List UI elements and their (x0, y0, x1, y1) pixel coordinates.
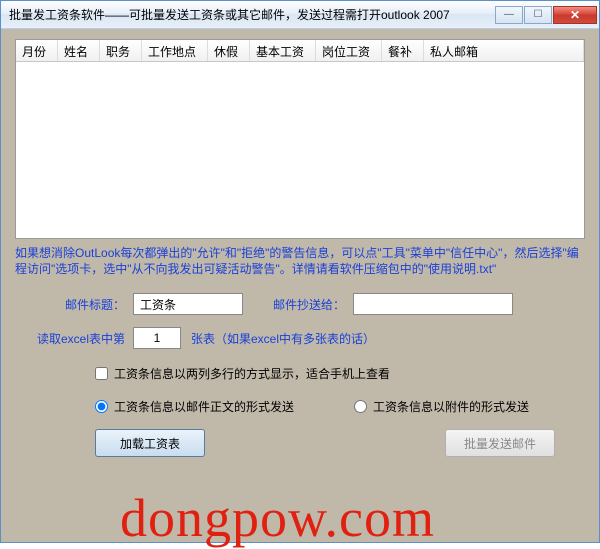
close-button[interactable]: ✕ (553, 6, 597, 24)
row-subject: 邮件标题： 邮件抄送给： (15, 293, 585, 315)
col-location[interactable]: 工作地点 (142, 40, 208, 61)
col-name[interactable]: 姓名 (58, 40, 100, 61)
button-row: 加载工资表 批量发送邮件 (15, 429, 585, 457)
sheet-prefix: 读取excel表中第 (15, 330, 125, 347)
radio-attach-label: 工资条信息以附件的形式发送 (373, 398, 529, 415)
subject-label: 邮件标题： (15, 296, 125, 313)
row-checkbox: 工资条信息以两列多行的方式显示，适合手机上查看 (95, 365, 585, 382)
client-area: 月份 姓名 职务 工作地点 休假 基本工资 岗位工资 餐补 私人邮箱 如果想消除… (1, 29, 599, 542)
col-month[interactable]: 月份 (16, 40, 58, 61)
minimize-button[interactable]: — (495, 6, 523, 24)
col-base-salary[interactable]: 基本工资 (250, 40, 316, 61)
col-email[interactable]: 私人邮箱 (424, 40, 584, 61)
row-sheet: 读取excel表中第 张表（如果excel中有多张表的话） (15, 327, 585, 349)
radio-attach-option[interactable]: 工资条信息以附件的形式发送 (354, 398, 529, 415)
grid-header: 月份 姓名 职务 工作地点 休假 基本工资 岗位工资 餐补 私人邮箱 (16, 40, 584, 62)
radio-body-option[interactable]: 工资条信息以邮件正文的形式发送 (95, 398, 294, 415)
data-grid[interactable]: 月份 姓名 职务 工作地点 休假 基本工资 岗位工资 餐补 私人邮箱 (15, 39, 585, 239)
titlebar: 批量发工资条软件——可批量发送工资条或其它邮件，发送过程需打开outlook 2… (1, 1, 599, 29)
two-column-checkbox[interactable] (95, 367, 108, 380)
col-vacation[interactable]: 休假 (208, 40, 250, 61)
radio-body[interactable] (95, 400, 108, 413)
subject-input[interactable] (133, 293, 243, 315)
grid-body[interactable] (16, 62, 584, 238)
window-controls: — ☐ ✕ (495, 6, 597, 24)
outlook-hint: 如果想消除OutLook每次都弹出的"允许"和"拒绝"的警告信息，可以点"工具"… (15, 245, 585, 277)
load-button[interactable]: 加载工资表 (95, 429, 205, 457)
cc-input[interactable] (353, 293, 513, 315)
sheet-suffix: 张表（如果excel中有多张表的话） (191, 330, 375, 347)
sheet-number-input[interactable] (133, 327, 181, 349)
radio-body-label: 工资条信息以邮件正文的形式发送 (114, 398, 294, 415)
cc-label: 邮件抄送给： (273, 296, 345, 313)
radio-attach[interactable] (354, 400, 367, 413)
col-post-salary[interactable]: 岗位工资 (316, 40, 382, 61)
send-button: 批量发送邮件 (445, 429, 555, 457)
row-radio: 工资条信息以邮件正文的形式发送 工资条信息以附件的形式发送 (95, 398, 585, 415)
app-window: 批量发工资条软件——可批量发送工资条或其它邮件，发送过程需打开outlook 2… (0, 0, 600, 543)
col-position[interactable]: 职务 (100, 40, 142, 61)
window-title: 批量发工资条软件——可批量发送工资条或其它邮件，发送过程需打开outlook 2… (9, 6, 495, 23)
col-meal[interactable]: 餐补 (382, 40, 424, 61)
two-column-label: 工资条信息以两列多行的方式显示，适合手机上查看 (114, 365, 390, 382)
maximize-button[interactable]: ☐ (524, 6, 552, 24)
